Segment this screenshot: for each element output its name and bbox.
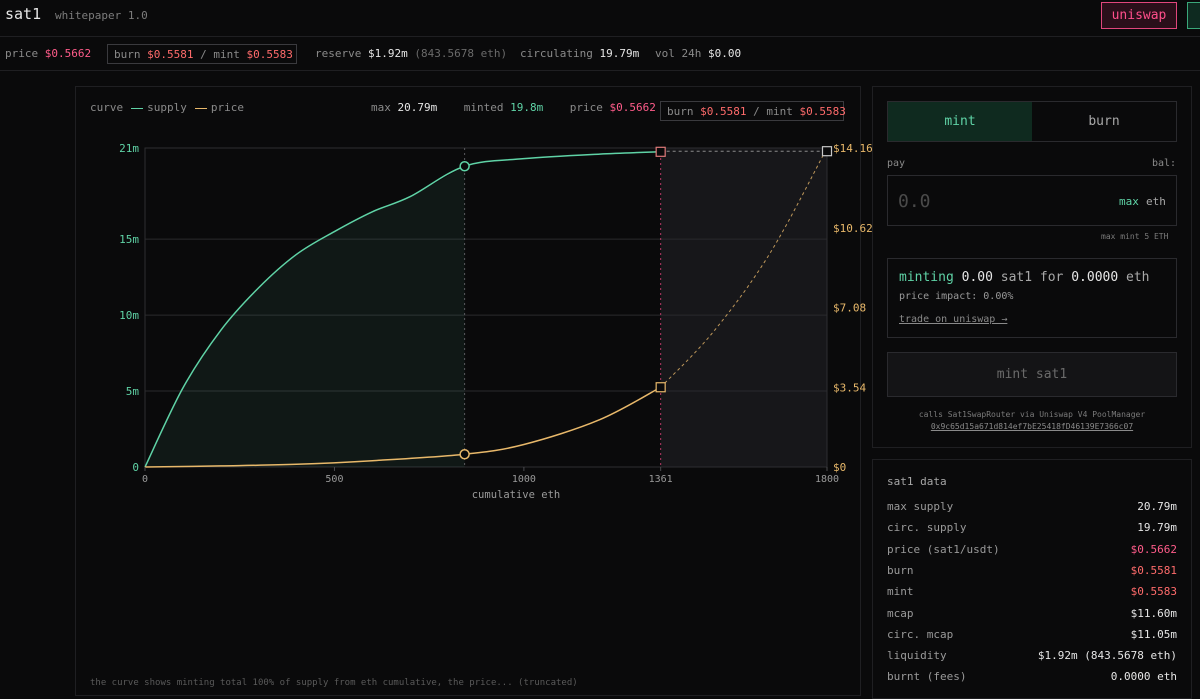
data-row-value: 19.79m (1137, 521, 1177, 535)
balance-label: bal: (1152, 158, 1177, 169)
chart-footer-text: the curve shows minting total 100% of su… (90, 678, 578, 688)
supply-area (145, 166, 465, 467)
data-row-value: $11.05m (1130, 627, 1177, 641)
data-row-value: $0.5662 (1130, 542, 1177, 556)
data-row-key: burn (887, 563, 914, 577)
router-address-link[interactable]: 0x9c65d15a671d814ef7bE25418fD46139E7366c… (887, 422, 1177, 431)
data-row-key: burnt (fees) (887, 670, 967, 684)
data-row-value: $0.5583 (1130, 585, 1177, 599)
data-row: price (sat1/usdt) $0.5662 (887, 543, 1177, 557)
mint-sat1-button[interactable]: mint sat1 (887, 352, 1177, 397)
data-row: circ. mcap $11.05m (887, 628, 1177, 642)
y-left-tick-label: 5m (126, 385, 140, 398)
supply-current-point (459, 160, 470, 172)
data-row-value: 20.79m (1137, 500, 1177, 513)
y-left-tick-label: 21m (119, 142, 139, 155)
data-row-value: 0.0000 eth (1110, 670, 1177, 684)
x-tick-label: 0 (142, 474, 148, 485)
pay-input-box: max eth (887, 175, 1177, 226)
max-mint-note: max mint 5 ETH (1101, 232, 1169, 241)
y-right-tick-label: $7.08 (833, 302, 866, 315)
sat1-data-title: sat1 data (887, 475, 947, 488)
minting-summary: minting 0.00 sat1 for 0.0000 eth price i… (887, 258, 1177, 338)
y-left-tick-label: 15m (119, 233, 139, 246)
data-row: liquidity $1.92m (843.5678 eth) (887, 649, 1177, 663)
data-row: burnt (fees) 0.0000 eth (887, 670, 1177, 684)
data-row-value: $0.5581 (1130, 563, 1177, 577)
y-right-tick-label: $3.54 (833, 381, 866, 394)
price-current-point (459, 448, 470, 460)
y-left-tick-label: 10m (119, 309, 139, 322)
x-tick-label: 1000 (512, 474, 536, 485)
data-row-key: max supply (887, 500, 954, 513)
router-calls-note: calls Sat1SwapRouter via Uniswap V4 Pool… (918, 410, 1146, 419)
data-row-key: liquidity (887, 649, 947, 663)
x-axis-label: cumulative eth (472, 489, 561, 501)
data-row-key: circ. mcap (887, 627, 954, 641)
y-right-tick-label: $10.62 (833, 222, 873, 235)
minting-line: minting 0.00 sat1 for 0.0000 eth (899, 270, 1150, 285)
x-tick-label: 500 (325, 474, 343, 485)
pay-amount-input[interactable] (898, 189, 1098, 213)
beyond-limit-region (660, 148, 827, 467)
max-button[interactable]: max (1119, 195, 1139, 208)
data-row-key: mcap (887, 606, 914, 620)
x-tick-label: 1361 (649, 474, 673, 485)
y-right-tick-label: $14.16 (833, 142, 873, 155)
tab-mint[interactable]: mint (888, 102, 1032, 141)
currency-unit: eth (1146, 195, 1166, 208)
trade-tabs: mint burn (887, 101, 1177, 142)
y-right-tick-label: $0 (833, 461, 846, 474)
data-row-key: price (sat1/usdt) (887, 542, 1000, 556)
price-limit-point (655, 382, 666, 393)
data-row-key: circ. supply (887, 521, 967, 535)
y-left-tick-label: 0 (132, 461, 139, 474)
pay-label: pay (887, 158, 906, 169)
end-point (821, 146, 833, 157)
data-row: mint $0.5583 (887, 585, 1177, 599)
data-row: max supply 20.79m (887, 500, 1177, 514)
supply-limit-point (655, 146, 666, 157)
data-row-key: mint (887, 585, 914, 599)
data-row-value: $1.92m (843.5678 eth) (1037, 649, 1177, 663)
data-row: burn $0.5581 (887, 564, 1177, 578)
x-tick-label: 1800 (815, 474, 839, 485)
price-impact: price impact: 0.00% (899, 291, 1014, 302)
data-row: circ. supply 19.79m (887, 521, 1177, 535)
trade-on-uniswap-link[interactable]: trade on uniswap → (899, 314, 1007, 325)
tab-burn[interactable]: burn (1032, 102, 1176, 141)
data-row: mcap $11.60m (887, 607, 1177, 621)
data-row-value: $11.60m (1130, 606, 1177, 620)
